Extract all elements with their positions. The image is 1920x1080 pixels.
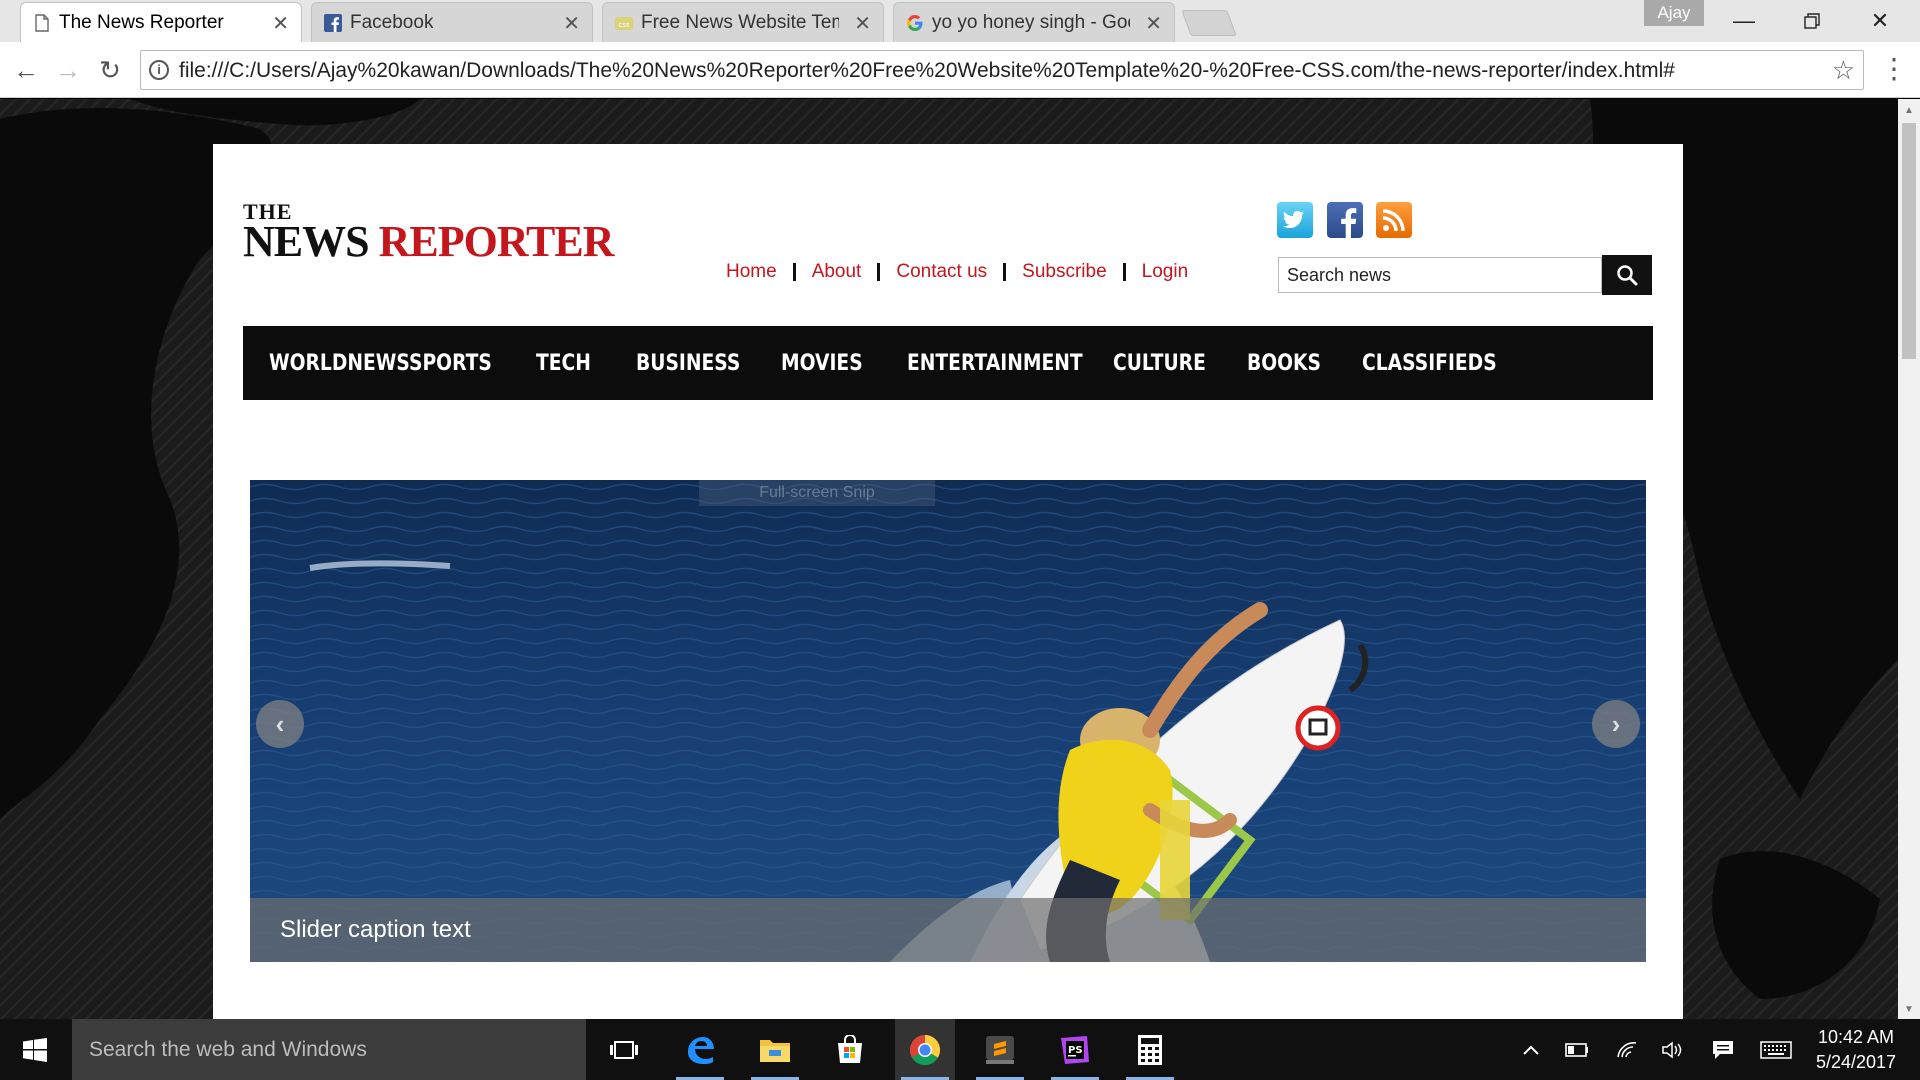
tab-title: Free News Website Temp (641, 11, 839, 33)
css-icon: css (615, 17, 633, 30)
minimize-window-icon[interactable]: — (1710, 0, 1778, 42)
back-arrow-icon[interactable]: ← (10, 54, 42, 86)
page-container: THE NEWS REPORTER Home About Contact us … (213, 144, 1683, 1019)
taskbar-search-box[interactable]: Search the web and Windows (72, 1019, 586, 1080)
nav-classifieds[interactable]: CLASSIFIEDS (1362, 351, 1498, 376)
svg-text:PS: PS (1068, 1045, 1083, 1056)
nav-entertainment[interactable]: ENTERTAINMENT (907, 351, 1084, 376)
logo-reporter: REPORTER (378, 217, 615, 266)
logo-wordmark: NEWS REPORTER (243, 220, 615, 264)
address-bar[interactable]: i file:///C:/Users/Ajay%20kawan/Download… (140, 50, 1864, 90)
nav-worldnews[interactable]: WORLDNEWS (269, 351, 410, 376)
battery-icon[interactable] (1562, 1019, 1592, 1080)
tab-the-news-reporter[interactable]: The News Reporter ✕ (20, 2, 302, 42)
clock-date: 5/24/2017 (1815, 1052, 1897, 1072)
profile-badge[interactable]: Ajay (1644, 0, 1704, 26)
calculator-icon[interactable] (1120, 1019, 1180, 1080)
search-news-input[interactable] (1279, 258, 1601, 292)
scrollbar-thumb[interactable] (1902, 123, 1916, 359)
reload-icon[interactable]: ↻ (94, 54, 126, 86)
tab-title: The News Reporter (59, 11, 224, 33)
site-logo[interactable]: THE NEWS REPORTER (243, 201, 615, 264)
browser-menu-icon[interactable]: ⋮ (1880, 52, 1908, 88)
link-login[interactable]: Login (1126, 261, 1205, 283)
main-navigation: WORLDNEWS SPORTS TECH BUSINESS MOVIES EN… (243, 326, 1653, 400)
close-tab-icon[interactable]: ✕ (854, 11, 871, 36)
slider-next-arrow-icon[interactable]: › (1592, 700, 1640, 748)
tab-facebook[interactable]: Facebook ✕ (311, 2, 593, 42)
action-center-icon[interactable] (1708, 1019, 1738, 1080)
page-scrollbar[interactable]: ▲ ▼ (1898, 99, 1920, 1019)
clock-time: 10:42 AM (1817, 1027, 1895, 1047)
tab-title: yo yo honey singh - Goo (932, 11, 1130, 33)
windows-start-icon[interactable] (0, 1019, 70, 1080)
surfer-photo (250, 480, 1646, 962)
edge-icon[interactable] (670, 1019, 730, 1080)
site-info-icon[interactable]: i (149, 60, 169, 80)
nav-sports[interactable]: SPORTS (409, 351, 519, 376)
file-explorer-icon[interactable] (745, 1019, 805, 1080)
forward-arrow-icon[interactable]: → (52, 54, 84, 86)
facebook-icon (324, 14, 342, 32)
browser-toolbar: ← → ↻ i file:///C:/Users/Ajay%20kawan/Do… (0, 42, 1920, 98)
tab-google-search[interactable]: yo yo honey singh - Goo ✕ (893, 2, 1175, 42)
google-icon (907, 15, 923, 31)
link-home[interactable]: Home (710, 261, 793, 283)
logo-news: NEWS (243, 217, 370, 266)
chrome-icon[interactable] (895, 1019, 955, 1080)
tab-title: Facebook (350, 11, 434, 33)
keyboard-icon[interactable] (1756, 1019, 1796, 1080)
nav-business[interactable]: BUSINESS (636, 351, 761, 376)
browser-tab-strip: The News Reporter ✕ Facebook ✕ css Free … (0, 0, 1920, 42)
top-links: Home About Contact us Subscribe Login (710, 261, 1204, 283)
restore-window-icon[interactable] (1778, 0, 1846, 42)
nav-tech[interactable]: TECH (536, 351, 623, 376)
image-slider[interactable]: Full-screen Snip ‹ › Slider caption text (250, 480, 1646, 962)
rss-icon[interactable] (1376, 202, 1412, 238)
close-tab-icon[interactable]: ✕ (272, 11, 289, 36)
task-view-icon[interactable] (594, 1019, 654, 1080)
scroll-down-arrow-icon[interactable]: ▼ (1904, 1004, 1914, 1015)
slider-caption: Slider caption text (250, 898, 1646, 962)
search-button[interactable] (1602, 255, 1652, 295)
nav-books[interactable]: BOOKS (1247, 351, 1346, 376)
phpstorm-icon[interactable]: PS (1045, 1019, 1105, 1080)
sublime-icon[interactable] (970, 1019, 1030, 1080)
close-tab-icon[interactable]: ✕ (1145, 11, 1162, 36)
link-about[interactable]: About (796, 261, 878, 283)
show-hidden-icons-chevron-icon[interactable] (1516, 1019, 1546, 1080)
wifi-icon[interactable] (1612, 1019, 1642, 1080)
facebook-icon[interactable] (1327, 202, 1363, 238)
link-subscribe[interactable]: Subscribe (1006, 261, 1123, 283)
system-clock[interactable]: 10:42 AM 5/24/2017 (1802, 1025, 1910, 1075)
bookmark-star-icon[interactable]: ☆ (1832, 55, 1855, 86)
search-news-field[interactable] (1278, 257, 1602, 293)
scroll-up-arrow-icon[interactable]: ▲ (1904, 105, 1914, 116)
search-icon (1617, 265, 1638, 286)
close-tab-icon[interactable]: ✕ (563, 11, 580, 36)
page-viewport: THE NEWS REPORTER Home About Contact us … (0, 99, 1898, 1019)
tab-free-news-website-template[interactable]: css Free News Website Temp ✕ (602, 2, 884, 42)
svg-text:css: css (618, 21, 629, 29)
new-tab-button[interactable] (1181, 10, 1237, 36)
nav-culture[interactable]: CULTURE (1113, 351, 1229, 376)
twitter-icon[interactable] (1277, 202, 1313, 238)
url-text[interactable]: file:///C:/Users/Ajay%20kawan/Downloads/… (179, 59, 1675, 83)
slider-prev-arrow-icon[interactable]: ‹ (256, 700, 304, 748)
store-icon[interactable] (820, 1019, 880, 1080)
full-screen-snip-label: Full-screen Snip (699, 480, 935, 506)
link-contact-us[interactable]: Contact us (880, 261, 1003, 283)
windows-taskbar: Search the web and Windows PS 10:42 AM 5… (0, 1019, 1920, 1080)
nav-movies[interactable]: MOVIES (781, 351, 890, 376)
close-window-icon[interactable]: ✕ (1846, 0, 1914, 42)
page-icon (35, 14, 49, 32)
volume-icon[interactable] (1658, 1019, 1688, 1080)
